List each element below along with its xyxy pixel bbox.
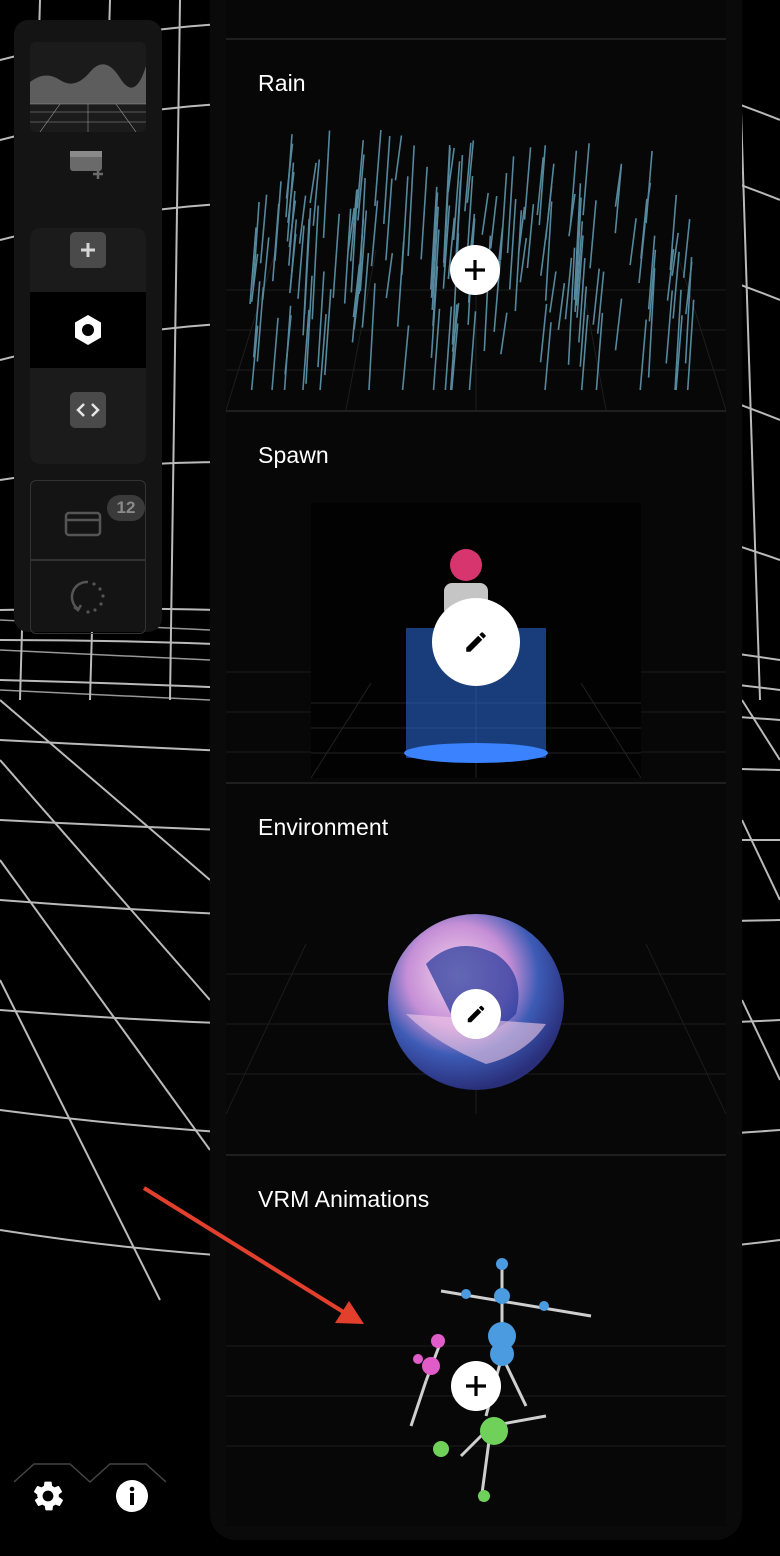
- card-icon: [64, 511, 101, 537]
- rain-card[interactable]: Rain: [226, 40, 726, 412]
- info-icon: [116, 1480, 148, 1512]
- hexagon-settings-button[interactable]: [30, 292, 146, 368]
- vrm-animations-add-button[interactable]: [451, 1361, 501, 1411]
- left-toolbar: 12: [14, 20, 162, 634]
- spawn-title: Spawn: [258, 442, 329, 468]
- code-button[interactable]: [30, 372, 146, 448]
- add-layout-button[interactable]: [30, 124, 146, 200]
- plus-icon: [466, 1376, 486, 1396]
- plus-icon: [465, 260, 485, 280]
- plus-icon: [70, 232, 106, 268]
- cards-count-badge: 12: [107, 495, 145, 521]
- history-icon: [70, 580, 105, 614]
- rain-title: Rain: [258, 70, 306, 96]
- panel-plus-icon: [70, 151, 103, 179]
- spawn-edit-button[interactable]: [432, 598, 520, 686]
- pencil-icon: [467, 1005, 485, 1023]
- spawn-card[interactable]: Spawn: [226, 412, 726, 784]
- code-icon: [70, 392, 106, 428]
- history-button[interactable]: [31, 561, 144, 633]
- environment-card[interactable]: Environment: [226, 784, 726, 1156]
- pencil-icon: [466, 632, 486, 652]
- vrm-animations-title: VRM Animations: [258, 1186, 430, 1212]
- cards-button[interactable]: 12: [31, 481, 145, 559]
- info-button[interactable]: [114, 1478, 150, 1519]
- hexagon-icon: [75, 315, 101, 345]
- settings-button[interactable]: [30, 1478, 66, 1519]
- environment-title: Environment: [258, 814, 389, 840]
- gear-icon: [34, 1481, 63, 1511]
- scene-thumbnail[interactable]: [30, 42, 146, 132]
- vrm-animations-card[interactable]: VRM Animations: [226, 1156, 726, 1526]
- previous-card-edge: [226, 0, 726, 40]
- cards-tool-box: 12: [30, 480, 146, 634]
- add-button[interactable]: [30, 212, 146, 288]
- rain-add-button[interactable]: [450, 245, 500, 295]
- environment-edit-button[interactable]: [451, 989, 501, 1039]
